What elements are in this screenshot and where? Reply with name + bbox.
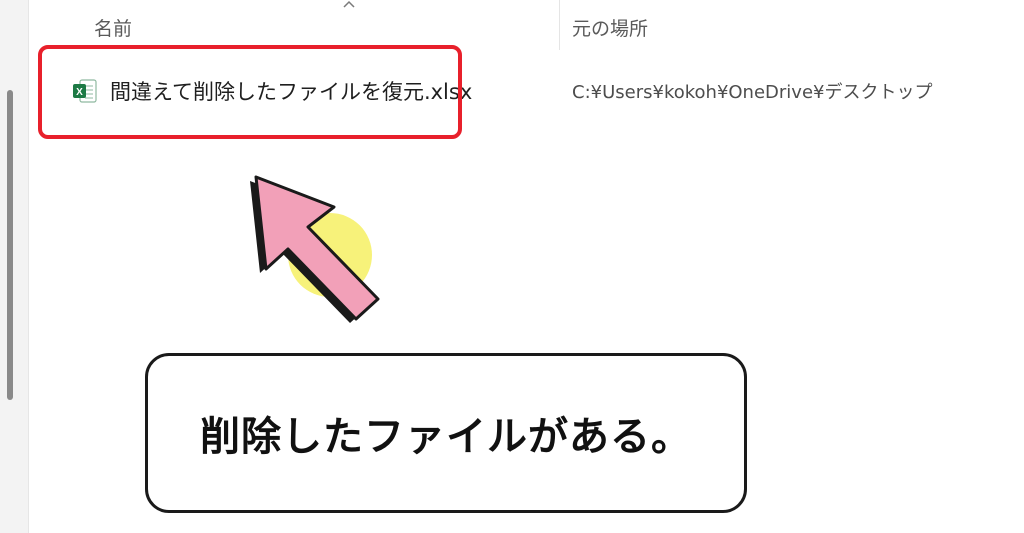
- file-original-location: C:¥Users¥kokoh¥OneDrive¥デスクトップ: [572, 82, 933, 103]
- callout-text: 削除したファイルがある。: [200, 414, 692, 460]
- pointer-arrow-icon: [250, 175, 380, 323]
- column-header-original-location[interactable]: 元の場所: [572, 14, 648, 41]
- vertical-scrollbar-thumb[interactable]: [7, 90, 13, 400]
- callout-box: 削除したファイルがある。: [145, 353, 747, 513]
- left-pane-edge: [0, 0, 29, 533]
- column-divider[interactable]: [559, 0, 560, 50]
- red-highlight-frame: [38, 45, 462, 139]
- column-header-name[interactable]: 名前: [94, 14, 132, 41]
- sort-ascending-icon[interactable]: [342, 0, 356, 12]
